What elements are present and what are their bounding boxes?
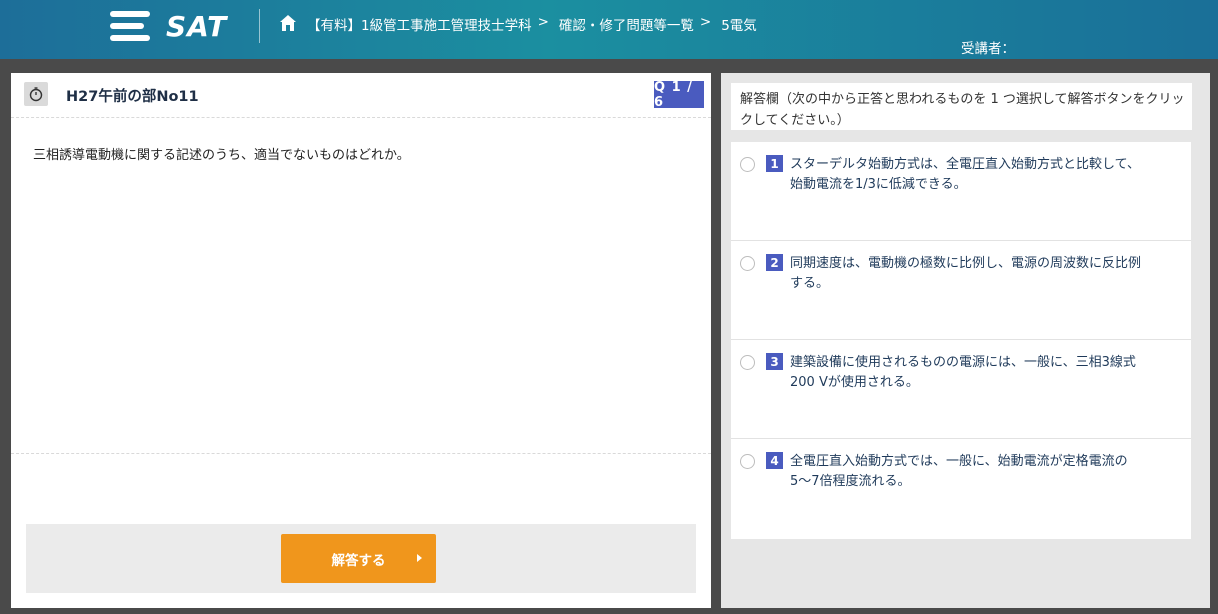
breadcrumb-item-course[interactable]: 【有料】1級管工事施工管理技士学科	[307, 14, 532, 34]
option-text: 全電圧直入始動方式では、一般に、始動電流が定格電流の5〜7倍程度流れる。	[790, 454, 1128, 489]
radio-button[interactable]	[740, 256, 755, 271]
option-1[interactable]: 1 スターデルタ始動方式は、全電圧直入始動方式と比較して、始動電流を1/3に低減…	[731, 142, 1191, 241]
sat-logo[interactable]: SAT	[110, 8, 230, 44]
submit-answer-button[interactable]: 解答する	[281, 534, 436, 583]
option-text: 同期速度は、電動機の極数に比例し、電源の周波数に反比例する。	[790, 256, 1142, 291]
breadcrumb-item-current: 5電気	[721, 18, 757, 34]
option-text: スターデルタ始動方式は、全電圧直入始動方式と比較して、始動電流を1/3に低減でき…	[790, 157, 1140, 192]
answer-panel: 解答欄（次の中から正答と思われるものを 1 つ選択して解答ボタンをクリックしてく…	[721, 73, 1210, 608]
breadcrumb-item-list[interactable]: 確認・修了問題等一覧	[559, 14, 694, 34]
home-icon[interactable]	[279, 14, 297, 32]
option-3[interactable]: 3 建築設備に使用されるものの電源には、一般に、三相3線式200 Vが使用される…	[731, 340, 1191, 439]
breadcrumb-separator: >	[699, 14, 712, 30]
logo-lines-icon	[110, 9, 152, 43]
option-number-badge: 1	[766, 155, 783, 172]
option-text: 建築設備に使用されるものの電源には、一般に、三相3線式200 Vが使用される。	[790, 355, 1136, 390]
option-number-badge: 3	[766, 353, 783, 370]
breadcrumb-separator: >	[537, 14, 549, 30]
answer-instruction: 解答欄（次の中から正答と思われるものを 1 つ選択して解答ボタンをクリックしてく…	[731, 83, 1192, 130]
question-text: 三相誘導電動機に関する記述のうち、適当でないものはどれか。	[33, 148, 410, 163]
option-number-badge: 2	[766, 254, 783, 271]
question-panel: H27午前の部No11 Q 1 / 6 三相誘導電動機に関する記述のうち、適当で…	[11, 73, 711, 608]
stopwatch-icon	[24, 82, 48, 106]
top-header: SAT 【有料】1級管工事施工管理技士学科 > 確認・修了問題等一覧 > 5電気…	[0, 0, 1218, 59]
option-4[interactable]: 4 全電圧直入始動方式では、一般に、始動電流が定格電流の5〜7倍程度流れる。	[731, 439, 1191, 539]
logo-text: SAT	[166, 9, 228, 43]
divider	[11, 453, 711, 454]
answer-button-area: 解答する	[26, 524, 696, 593]
option-number-badge: 4	[766, 452, 783, 469]
question-counter-badge: Q 1 / 6	[654, 80, 704, 110]
breadcrumb: 【有料】1級管工事施工管理技士学科 > 確認・修了問題等一覧 > 5電気	[307, 14, 757, 34]
radio-button[interactable]	[740, 454, 755, 469]
radio-button[interactable]	[740, 355, 755, 370]
user-label: 受講者：	[961, 41, 1015, 57]
option-2[interactable]: 2 同期速度は、電動機の極数に比例し、電源の周波数に反比例する。	[731, 241, 1191, 340]
submit-answer-label: 解答する	[331, 552, 386, 569]
header-divider	[259, 9, 260, 43]
options-list: 1 スターデルタ始動方式は、全電圧直入始動方式と比較して、始動電流を1/3に低減…	[731, 142, 1191, 539]
radio-button[interactable]	[740, 157, 755, 172]
play-arrow-icon	[417, 554, 422, 562]
question-header: H27午前の部No11 Q 1 / 6	[11, 73, 711, 118]
question-title: H27午前の部No11	[66, 89, 199, 105]
